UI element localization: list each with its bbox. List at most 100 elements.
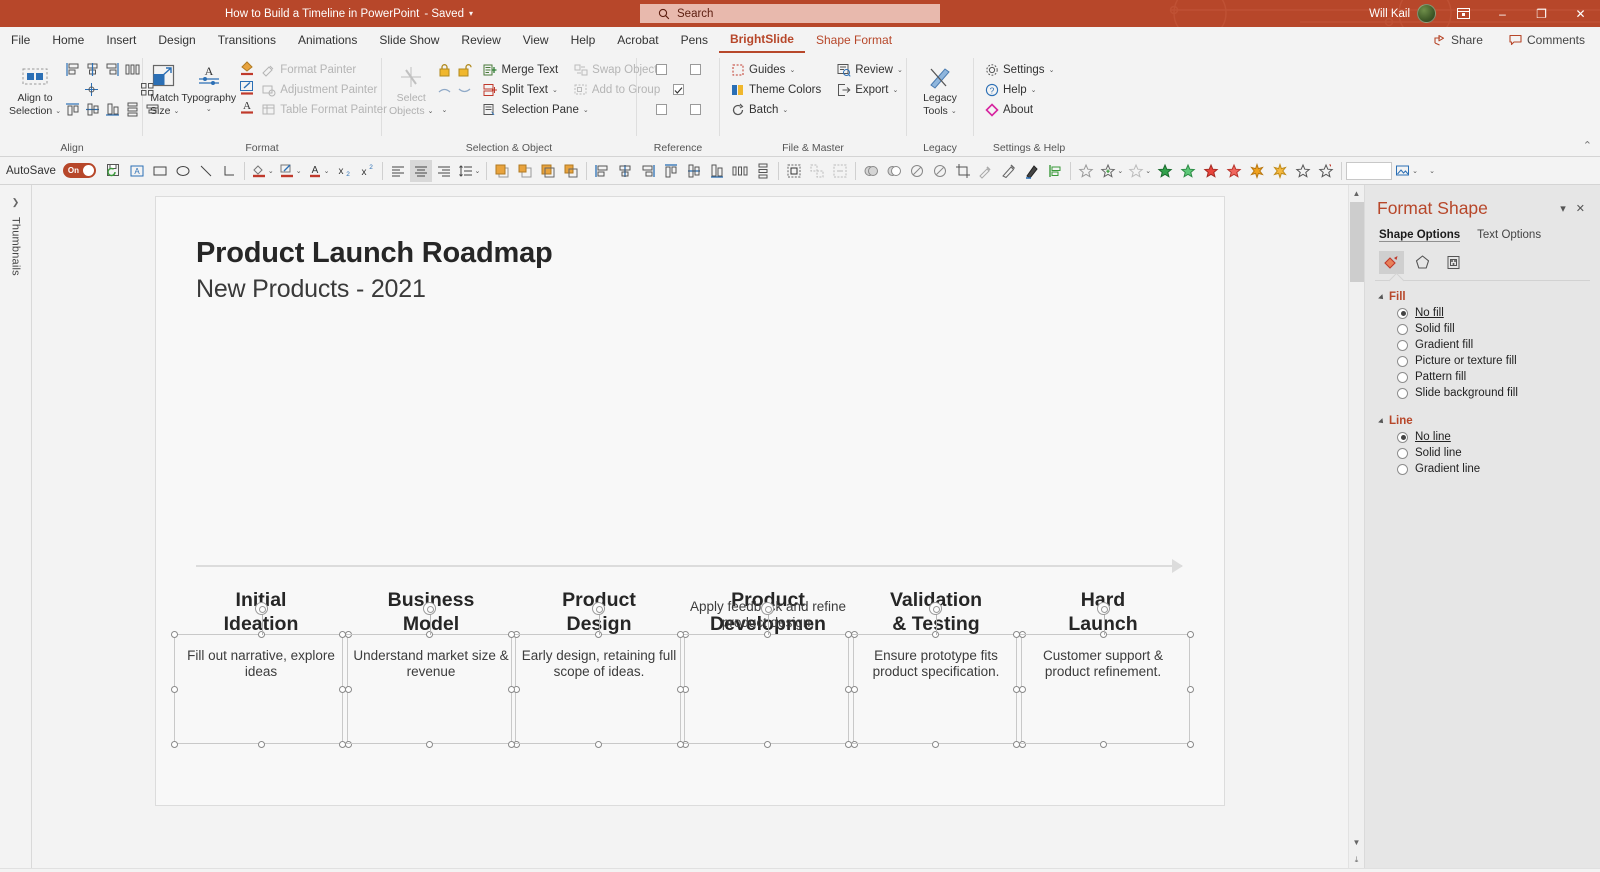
shape-fill-caret[interactable]: ⌄ <box>268 167 274 175</box>
align-objects-center-button[interactable] <box>614 160 636 182</box>
resize-handle-se[interactable] <box>1187 741 1194 748</box>
align-middle-objects-icon[interactable] <box>83 100 101 118</box>
star-add-button[interactable]: ⌄ <box>1098 160 1125 182</box>
shape-fill-button[interactable]: ⌄ <box>249 160 276 182</box>
format-painter-button[interactable]: Format Painter <box>258 60 391 79</box>
align-left-objects-icon[interactable] <box>63 60 81 78</box>
search-box[interactable]: Search <box>640 4 940 23</box>
tab-file[interactable]: File <box>0 27 41 53</box>
title-dropdown-caret[interactable]: ▾ <box>469 9 473 18</box>
share-button[interactable]: Share <box>1424 30 1492 50</box>
selection-pane-caret[interactable]: ⌄ <box>583 106 589 114</box>
review-caret[interactable]: ⌄ <box>897 66 903 74</box>
adjustment-painter-button[interactable]: Adjustment Painter <box>258 80 391 99</box>
resize-handle-s[interactable] <box>764 741 771 748</box>
star-outline-button[interactable] <box>1075 160 1097 182</box>
autosave-control[interactable]: AutoSave On <box>6 163 96 178</box>
merge-combine-button[interactable] <box>883 160 905 182</box>
resize-handle-nw[interactable] <box>677 631 684 638</box>
match-size-caret[interactable]: ⌄ <box>173 108 179 116</box>
settings-button[interactable]: Settings ⌄ <box>981 60 1058 79</box>
close-button[interactable]: ✕ <box>1561 0 1600 27</box>
theme-colors-button[interactable]: Theme Colors <box>727 80 825 99</box>
star-red-2-button[interactable] <box>1223 160 1245 182</box>
reference-checkbox-3[interactable] <box>644 80 712 99</box>
tab-animations[interactable]: Animations <box>287 27 368 53</box>
split-text-button[interactable]: Split Text ⌄ <box>479 80 561 99</box>
align-center-objects-icon[interactable] <box>83 60 101 78</box>
typography-caret[interactable]: ⌄ <box>206 106 212 114</box>
align-objects-right-button[interactable] <box>637 160 659 182</box>
align-objects-middle-button[interactable] <box>683 160 705 182</box>
align-to-selection-button[interactable]: Align to Selection ⌄ <box>9 58 61 118</box>
align-to-selection-caret[interactable]: ⌄ <box>55 108 61 116</box>
resize-handle-ne[interactable] <box>1187 631 1194 638</box>
highlighter-button[interactable] <box>1021 160 1043 182</box>
shape-outline-button[interactable]: ⌄ <box>277 160 304 182</box>
resize-handle-s[interactable] <box>595 741 602 748</box>
star-flag-button[interactable] <box>1315 160 1337 182</box>
line-option-solid-line[interactable]: Solid line <box>1365 443 1600 459</box>
regroup-button[interactable] <box>829 160 851 182</box>
resize-handle-e[interactable] <box>1187 686 1194 693</box>
group-button[interactable] <box>783 160 805 182</box>
merge-text-button[interactable]: Merge Text <box>479 60 562 79</box>
tab-shape-options[interactable]: Shape Options <box>1379 229 1461 242</box>
send-backward-button[interactable] <box>560 160 582 182</box>
star-orange-1-button[interactable] <box>1246 160 1268 182</box>
effects-tab[interactable] <box>1410 251 1435 274</box>
resize-handle-w[interactable] <box>677 686 684 693</box>
line-option-no-line[interactable]: No line <box>1365 427 1600 443</box>
reference-checkbox-1[interactable] <box>644 60 678 79</box>
legacy-tools-caret[interactable]: ⌄ <box>951 108 957 116</box>
resize-handle-sw[interactable] <box>171 741 178 748</box>
star-remove-caret[interactable]: ⌄ <box>1145 167 1151 175</box>
selection-box-3[interactable] <box>508 602 689 748</box>
star-add-caret[interactable]: ⌄ <box>1117 167 1123 175</box>
star-red-1-button[interactable] <box>1200 160 1222 182</box>
star-green-1-button[interactable] <box>1154 160 1176 182</box>
picture-tools-caret[interactable]: ⌄ <box>1412 167 1418 175</box>
legacy-tools-button[interactable]: Legacy Tools ⌄ <box>914 58 966 118</box>
tab-pens[interactable]: Pens <box>670 27 719 53</box>
lock-icon[interactable] <box>435 61 453 79</box>
align-text-center-button[interactable] <box>409 159 432 182</box>
close-panel-icon[interactable]: ✕ <box>1571 202 1590 215</box>
tab-help[interactable]: Help <box>560 27 607 53</box>
show-object-icon[interactable] <box>455 81 473 99</box>
resize-handle-w[interactable] <box>339 686 346 693</box>
scrollbar-thumb[interactable] <box>1349 202 1364 282</box>
resize-handle-sw[interactable] <box>508 741 515 748</box>
ribbon-display-options-button[interactable] <box>1444 0 1483 27</box>
star-orange-2-button[interactable] <box>1269 160 1291 182</box>
avatar[interactable] <box>1417 4 1436 23</box>
comments-button[interactable]: Comments <box>1500 30 1594 50</box>
guides-button[interactable]: Guides ⌄ <box>727 60 825 79</box>
autosave-toggle[interactable]: On <box>62 163 96 178</box>
maximize-restore-button[interactable]: ❐ <box>1522 0 1561 27</box>
tab-brightslide[interactable]: BrightSlide <box>718 27 805 53</box>
resize-handle-w[interactable] <box>171 686 178 693</box>
line-spacing-button[interactable]: ⌄ <box>456 160 483 182</box>
compare-button[interactable] <box>1044 160 1066 182</box>
about-button[interactable]: About <box>981 100 1058 119</box>
resize-handle-s[interactable] <box>258 741 265 748</box>
help-button[interactable]: ? Help ⌄ <box>981 80 1058 99</box>
insert-line-button[interactable] <box>195 160 217 182</box>
resize-handle-nw[interactable] <box>508 631 515 638</box>
picture-tools-button[interactable]: ⌄ <box>1393 160 1420 182</box>
adjustment-painter-icon[interactable] <box>238 79 256 97</box>
batch-button[interactable]: Batch ⌄ <box>727 100 825 119</box>
insert-elbow-connector-button[interactable] <box>218 160 240 182</box>
resize-handle-w[interactable] <box>1013 686 1020 693</box>
reference-checkbox-4[interactable] <box>644 100 678 119</box>
tab-acrobat[interactable]: Acrobat <box>606 27 669 53</box>
resize-handle-sw[interactable] <box>677 741 684 748</box>
resize-handle-sw[interactable] <box>339 741 346 748</box>
collapse-ribbon-button[interactable]: ⌃ <box>1583 139 1592 152</box>
table-format-painter-button[interactable]: Table Format Painter <box>258 100 391 119</box>
review-button[interactable]: Review ⌄ <box>833 60 907 79</box>
star-plain-button[interactable] <box>1292 160 1314 182</box>
tab-slide-show[interactable]: Slide Show <box>368 27 450 53</box>
text-format-painter-icon[interactable]: A <box>238 98 256 116</box>
